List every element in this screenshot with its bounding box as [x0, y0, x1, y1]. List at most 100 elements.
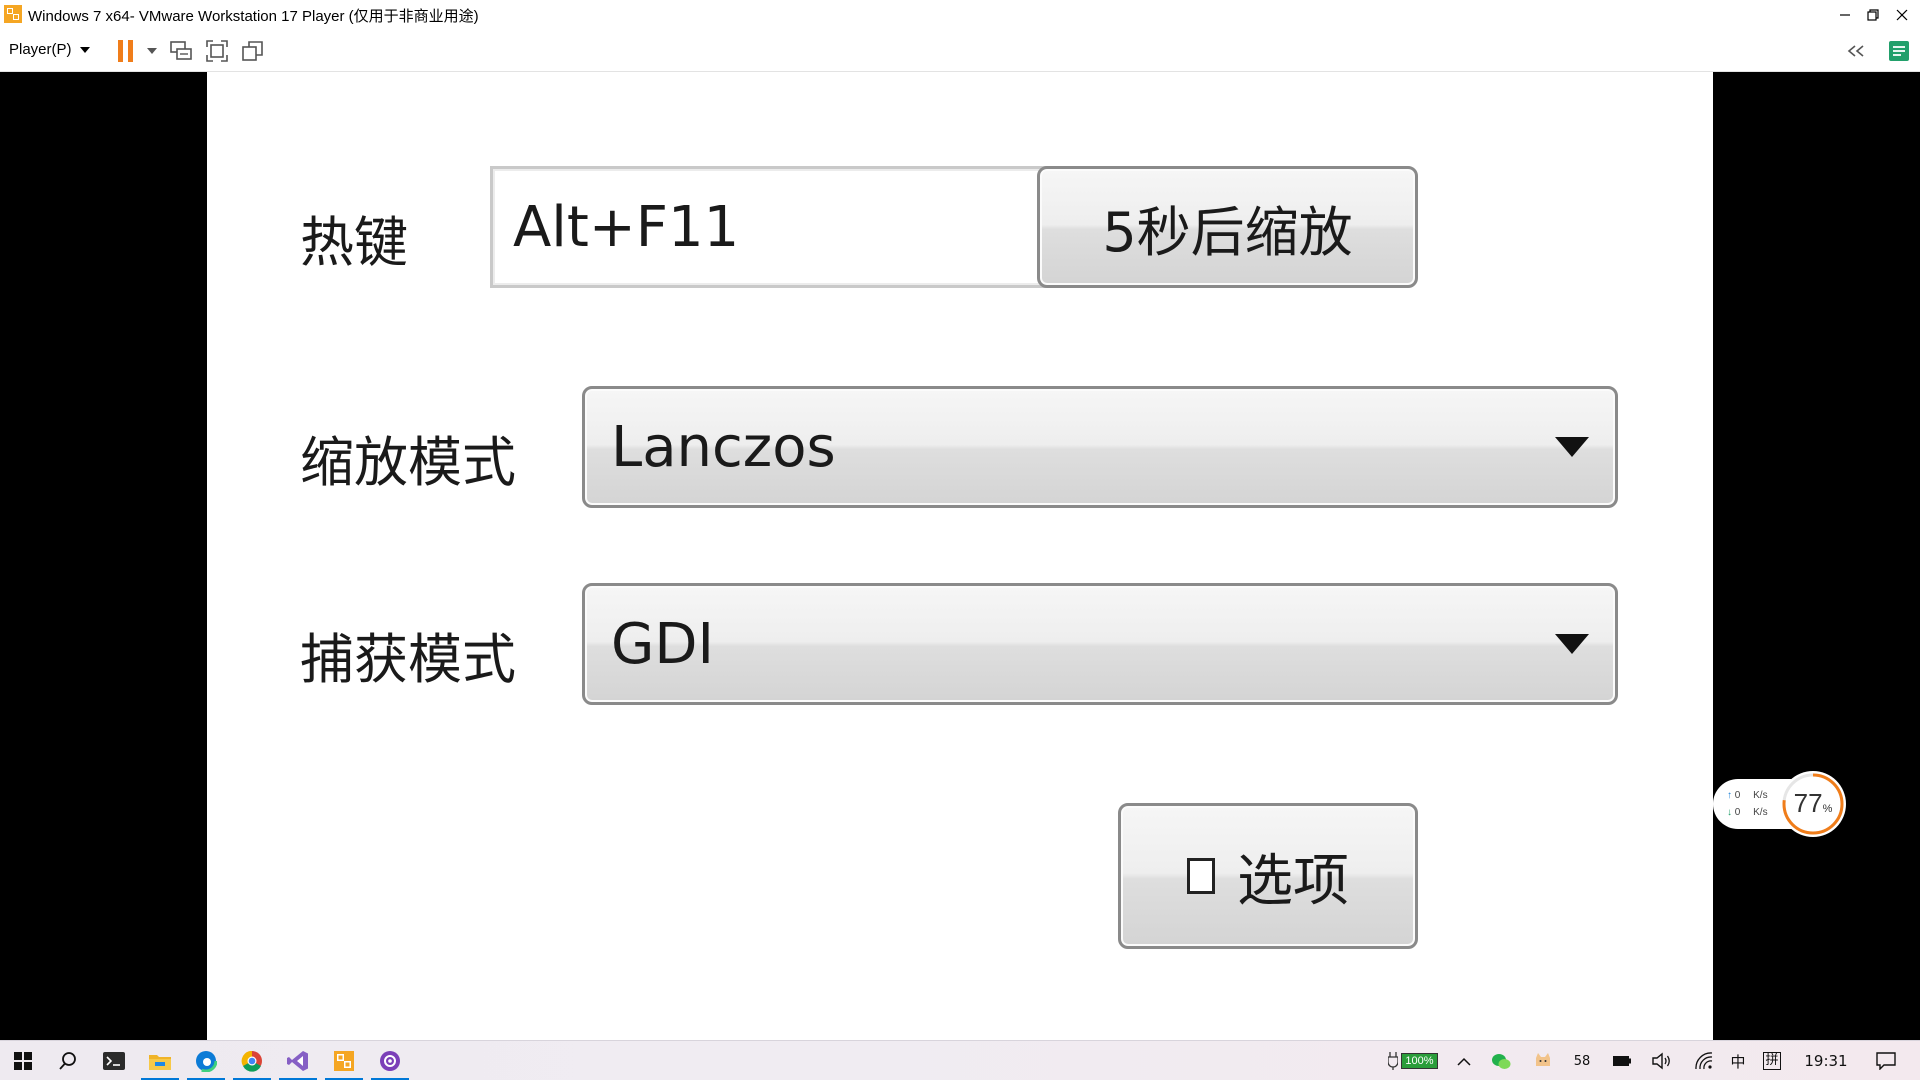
hotkey-value: Alt+F11: [513, 194, 740, 260]
tray-number-badge[interactable]: 58: [1568, 1041, 1596, 1080]
search-button[interactable]: [45, 1041, 91, 1080]
download-unit: K/s: [1753, 807, 1768, 818]
edge-icon: [195, 1050, 217, 1072]
title-bar: Windows 7 x64- VMware Workstation 17 Pla…: [0, 0, 1920, 29]
chevron-down-icon: [147, 48, 157, 54]
guest-display: 热键 Alt+F11 5秒后缩放 缩放模式 Lanczos 捕获模式 GDI 选…: [0, 72, 1920, 1040]
dropdown-arrow-icon: [1555, 634, 1589, 654]
usage-percent: 77%: [1780, 788, 1846, 819]
ime-language-label: 中: [1730, 1052, 1746, 1071]
pause-icon: [118, 40, 133, 62]
unity-mode-button[interactable]: [240, 38, 266, 64]
player-menu-label: Player(P): [9, 41, 72, 58]
wechat-icon: [1492, 1053, 1511, 1069]
restore-button[interactable]: [1858, 0, 1888, 29]
double-chevron-left-icon: [1847, 45, 1864, 57]
taskbar-edge[interactable]: [183, 1041, 229, 1080]
player-menu[interactable]: Player(P): [9, 41, 90, 58]
battery-indicator[interactable]: 100%: [1382, 1041, 1444, 1080]
window-title: Windows 7 x64- VMware Workstation 17 Pla…: [28, 8, 479, 25]
battery-percent: 100%: [1401, 1053, 1438, 1069]
scale-mode-dropdown[interactable]: Lanczos: [582, 386, 1618, 508]
collapse-toolbar-button[interactable]: [1843, 38, 1869, 64]
visual-studio-icon: [287, 1051, 308, 1071]
taskbar-vmware-player[interactable]: [321, 1041, 367, 1080]
scale-mode-value: Lanczos: [611, 414, 836, 480]
wifi-icon: [1695, 1052, 1713, 1070]
tray-network[interactable]: [1690, 1041, 1718, 1080]
tray-cat-app[interactable]: [1530, 1041, 1556, 1080]
download-arrow-icon: ↓: [1727, 807, 1732, 818]
purple-circle-app-icon: [380, 1051, 400, 1071]
full-screen-button[interactable]: [204, 38, 230, 64]
capture-mode-dropdown[interactable]: GDI: [582, 583, 1618, 705]
ime-mode[interactable]: 拼: [1758, 1041, 1786, 1080]
close-button[interactable]: [1887, 0, 1917, 29]
fullscreen-icon: [206, 40, 228, 62]
capture-mode-value: GDI: [611, 611, 715, 677]
send-keys-icon: [170, 41, 192, 60]
speaker-icon: [1652, 1052, 1670, 1070]
download-value: 0: [1734, 807, 1741, 818]
taskbar-file-explorer[interactable]: [137, 1041, 183, 1080]
pause-button[interactable]: [113, 38, 139, 64]
action-center-button[interactable]: [1864, 1041, 1908, 1080]
taskbar-chrome[interactable]: [229, 1041, 275, 1080]
search-icon: [59, 1052, 76, 1070]
minimize-icon: [1840, 13, 1850, 16]
vmware-icon: [334, 1051, 354, 1071]
zoom-after-5s-button[interactable]: 5秒后缩放: [1037, 166, 1418, 288]
chrome-icon: [241, 1050, 262, 1072]
capture-mode-label: 捕获模式: [300, 628, 516, 691]
network-speed-widget[interactable]: ↑ 0 K/s ↓ 0 K/s 77%: [1713, 771, 1848, 837]
taskbar-visual-studio[interactable]: [275, 1041, 321, 1080]
windows-logo-icon: [14, 1052, 32, 1070]
close-icon: [1896, 9, 1908, 20]
ime-mode-label: 拼: [1763, 1052, 1781, 1070]
show-hidden-icons-button[interactable]: [1451, 1041, 1477, 1080]
send-ctrl-alt-del-button[interactable]: [168, 38, 194, 64]
battery-icon: [1613, 1056, 1631, 1066]
restore-icon: [1867, 8, 1879, 21]
options-toggle-button[interactable]: 选项: [1118, 803, 1418, 949]
folder-icon: [149, 1055, 171, 1070]
dropdown-arrow-icon: [79, 46, 90, 53]
start-button[interactable]: [0, 1041, 46, 1080]
tray-wechat[interactable]: [1488, 1041, 1514, 1080]
upload-arrow-icon: ↑: [1727, 790, 1732, 801]
usage-percent-sign: %: [1822, 803, 1833, 815]
pause-options-button[interactable]: [139, 38, 165, 64]
upload-unit: K/s: [1753, 790, 1768, 801]
taskbar: 100% 58 中 拼 19:31: [0, 1040, 1920, 1080]
notes-button[interactable]: [1886, 38, 1912, 64]
tray-battery[interactable]: [1608, 1041, 1636, 1080]
cat-icon: [1536, 1053, 1550, 1066]
minimize-button[interactable]: [1830, 0, 1860, 29]
clock-time: 19:31: [1804, 1052, 1848, 1070]
upload-speed: ↑ 0 K/s: [1727, 790, 1768, 801]
memory-usage-gauge: 77%: [1780, 771, 1846, 837]
magnifier-settings-window: 热键 Alt+F11 5秒后缩放 缩放模式 Lanczos 捕获模式 GDI 选…: [207, 72, 1713, 1040]
notes-icon: [1889, 41, 1909, 61]
zoom-button-label: 5秒后缩放: [1102, 200, 1353, 264]
chevron-up-icon: [1457, 1057, 1471, 1066]
vmware-logo-icon: [4, 5, 22, 23]
clock[interactable]: 19:31: [1796, 1041, 1856, 1080]
usage-percent-value: 77: [1793, 788, 1823, 818]
upload-value: 0: [1734, 790, 1741, 801]
player-toolbar: Player(P): [0, 29, 1920, 72]
taskbar-terminal[interactable]: [91, 1041, 137, 1080]
plug-icon: [1388, 1052, 1399, 1070]
tray-number: 58: [1573, 1053, 1591, 1069]
ime-language[interactable]: 中: [1724, 1041, 1752, 1080]
scale-mode-label: 缩放模式: [300, 431, 516, 494]
taskbar-purple-app[interactable]: [367, 1041, 413, 1080]
notification-icon: [1876, 1052, 1896, 1070]
hotkey-label: 热键: [300, 211, 408, 274]
dropdown-arrow-icon: [1555, 437, 1589, 457]
terminal-icon: [103, 1052, 125, 1070]
options-label: 选项: [1237, 848, 1349, 914]
tray-volume[interactable]: [1648, 1041, 1676, 1080]
options-checkbox[interactable]: [1187, 858, 1215, 894]
download-speed: ↓ 0 K/s: [1727, 807, 1768, 818]
